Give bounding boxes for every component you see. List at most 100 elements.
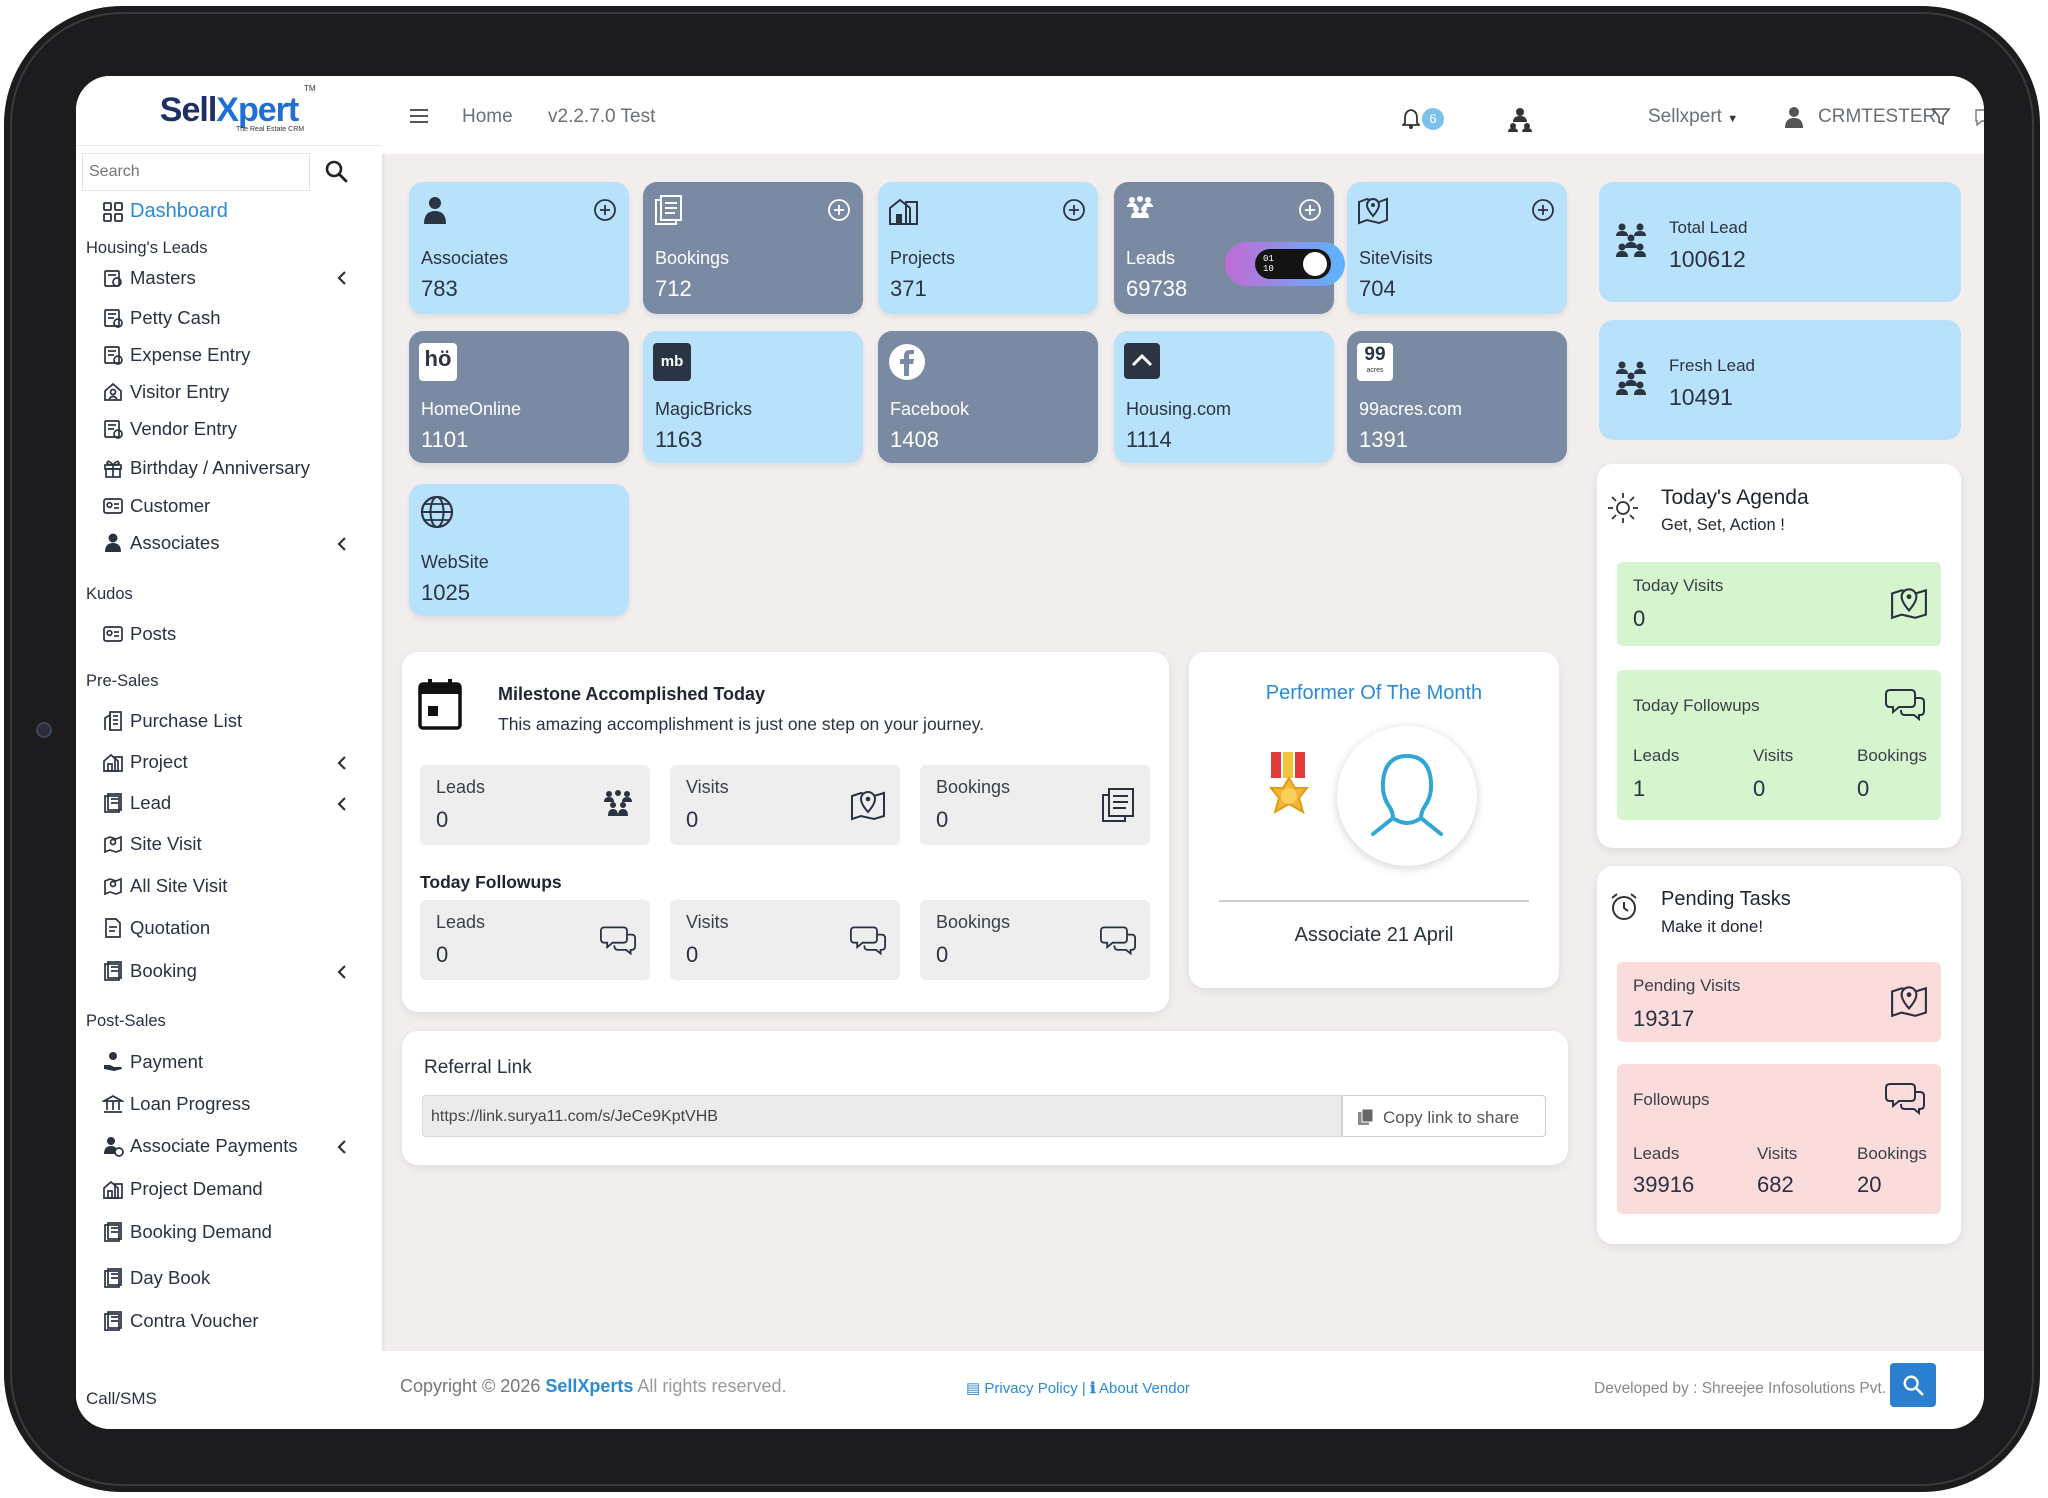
sidebar-item-day-book[interactable]: Day Book xyxy=(102,1267,210,1289)
tile-housing[interactable]: Housing.com 1114 xyxy=(1114,331,1334,463)
sidebar-item-quotation[interactable]: Quotation xyxy=(102,917,210,939)
search-icon[interactable] xyxy=(324,159,350,185)
sidebar-item-purchase-list[interactable]: Purchase List xyxy=(102,710,242,732)
footer-search-button[interactable] xyxy=(1890,1363,1936,1407)
sidebar-item-booking-demand[interactable]: Booking Demand xyxy=(102,1221,272,1243)
tile-projects[interactable]: Projects 371 xyxy=(878,182,1098,314)
sidebar-item-booking[interactable]: Booking xyxy=(102,960,197,982)
tile-sitevisits[interactable]: SiteVisits 704 xyxy=(1347,182,1567,314)
sidebar-item-dashboard[interactable]: Dashboard xyxy=(102,200,228,223)
sidebar-item-visitor-entry[interactable]: Visitor Entry xyxy=(102,381,229,403)
milestone-bookings[interactable]: Bookings 0 xyxy=(920,765,1150,845)
username-label[interactable]: CRMTESTER xyxy=(1818,106,1936,128)
tile-label: Projects xyxy=(890,248,956,268)
tile-facebook[interactable]: Facebook 1408 xyxy=(878,331,1098,463)
chevron-left-icon[interactable] xyxy=(336,755,348,771)
add-circle-icon[interactable] xyxy=(1298,198,1322,222)
sidebar-item-label: Site Visit xyxy=(130,833,202,854)
sidebar-item-label: Petty Cash xyxy=(130,307,221,328)
bell-icon[interactable] xyxy=(1402,108,1420,130)
mini-label: Bookings xyxy=(936,777,1011,797)
filter-icon[interactable] xyxy=(1932,108,1950,126)
caret-down-icon: ▼ xyxy=(1727,113,1739,125)
sidebar-item-all-site-visit[interactable]: All Site Visit xyxy=(102,875,227,897)
agenda-card: Today's Agenda Get, Set, Action ! Today … xyxy=(1597,464,1961,848)
map-pin-icon xyxy=(851,791,885,821)
fresh-lead-value: 10491 xyxy=(1669,384,1733,410)
total-lead-tile[interactable]: Total Lead 100612 xyxy=(1599,182,1961,302)
sidebar-item-label: Day Book xyxy=(130,1267,211,1288)
sidebar-item-customer[interactable]: Customer xyxy=(102,495,210,517)
brand-logo[interactable]: SellXpert TM The Real Estate CRM xyxy=(76,76,382,146)
tile-label: Leads xyxy=(1126,248,1176,268)
tile-website[interactable]: WebSite 1025 xyxy=(409,484,629,616)
dashboard-icon xyxy=(102,201,124,223)
sidebar-item-project[interactable]: Project xyxy=(102,751,188,773)
chevron-left-icon[interactable] xyxy=(336,536,348,552)
sidebar-item-associates[interactable]: Associates xyxy=(102,532,219,554)
milestone-leads[interactable]: Leads 0 xyxy=(420,765,650,845)
sidebar-item-birthday[interactable]: Birthday / Anniversary xyxy=(102,457,310,479)
fresh-lead-label: Fresh Lead xyxy=(1669,356,1755,375)
referral-url-field[interactable]: https://link.surya11.com/s/JeCe9KptVHB xyxy=(422,1095,1342,1137)
add-circle-icon[interactable] xyxy=(593,198,617,222)
followup-leads[interactable]: Leads 0 xyxy=(420,900,650,980)
chevron-left-icon[interactable] xyxy=(336,964,348,980)
sidebar-item-loan-progress[interactable]: Loan Progress xyxy=(102,1093,250,1115)
tile-magicbricks[interactable]: mb MagicBricks 1163 xyxy=(643,331,863,463)
sidebar-item-label: Quotation xyxy=(130,917,211,938)
chevron-left-icon[interactable] xyxy=(336,796,348,812)
sidebar-item-label: Project Demand xyxy=(130,1178,263,1199)
search-input[interactable] xyxy=(82,153,310,191)
chat-icon[interactable] xyxy=(1974,108,1984,126)
org-chart-icon[interactable] xyxy=(1507,106,1533,132)
search-icon xyxy=(1903,1375,1924,1396)
menu-hamburger-icon[interactable] xyxy=(409,108,429,124)
logo-text-x: X xyxy=(216,91,239,129)
sidebar-item-associate-payments[interactable]: Associate Payments xyxy=(102,1135,298,1157)
tile-value: 371 xyxy=(890,276,927,301)
tile-homeonline[interactable]: hö HomeOnline 1101 xyxy=(409,331,629,463)
pending-visits-box[interactable]: Pending Visits 19317 xyxy=(1617,962,1941,1042)
tf-leads-value: 1 xyxy=(1633,776,1646,801)
tile-bookings[interactable]: Bookings 712 xyxy=(643,182,863,314)
milestone-visits[interactable]: Visits 0 xyxy=(670,765,900,845)
copy-link-button[interactable]: Copy link to share xyxy=(1342,1095,1546,1137)
add-circle-icon[interactable] xyxy=(827,198,851,222)
sidebar-item-masters[interactable]: Masters xyxy=(102,267,196,289)
user-icon[interactable] xyxy=(1784,106,1804,128)
sidebar-item-contra-voucher[interactable]: Contra Voucher xyxy=(102,1310,259,1332)
home-link[interactable]: Home xyxy=(462,106,513,128)
map-pin-icon xyxy=(1358,197,1388,225)
add-circle-icon[interactable] xyxy=(1531,198,1555,222)
binary-toggle[interactable]: 01 10 xyxy=(1225,242,1345,286)
privacy-policy-link[interactable]: ▤ Privacy Policy | xyxy=(966,1380,1086,1397)
about-vendor-link[interactable]: ℹ About Vendor xyxy=(1090,1380,1190,1397)
sidebar-item-vendor-entry[interactable]: Vendor Entry xyxy=(102,418,237,440)
tile-label: MagicBricks xyxy=(655,399,753,419)
add-circle-icon[interactable] xyxy=(1062,198,1086,222)
sidebar-item-petty-cash[interactable]: Petty Cash xyxy=(102,307,221,329)
chevron-left-icon[interactable] xyxy=(336,270,348,286)
today-visits-box[interactable]: Today Visits 0 xyxy=(1617,562,1941,646)
sidebar-item-site-visit[interactable]: Site Visit xyxy=(102,833,202,855)
tile-label: Facebook xyxy=(890,399,970,419)
chevron-left-icon[interactable] xyxy=(336,1139,348,1155)
sidebar-item-label: Booking Demand xyxy=(130,1221,272,1242)
medal-icon xyxy=(1268,752,1310,815)
fresh-lead-tile[interactable]: Fresh Lead 10491 xyxy=(1599,320,1961,440)
footer-brand-link[interactable]: SellXperts xyxy=(545,1376,633,1396)
pending-followups-box[interactable]: Followups Leads Visits Bookings 39916 68… xyxy=(1617,1064,1941,1214)
company-dropdown[interactable]: Sellxpert ▼ xyxy=(1648,106,1738,128)
followup-visits[interactable]: Visits 0 xyxy=(670,900,900,980)
sidebar-item-project-demand[interactable]: Project Demand xyxy=(102,1178,263,1200)
tile-99acres[interactable]: 99 acres 99acres.com 1391 xyxy=(1347,331,1567,463)
sidebar-item-posts[interactable]: Posts xyxy=(102,623,176,645)
chat-bubbles-icon xyxy=(850,926,886,956)
today-followups-box[interactable]: Today Followups Leads Visits Bookings 1 … xyxy=(1617,670,1941,820)
sidebar-item-payment[interactable]: Payment xyxy=(102,1051,203,1073)
tile-associates[interactable]: Associates 783 xyxy=(409,182,629,314)
sidebar-item-lead[interactable]: Lead xyxy=(102,792,171,814)
followup-bookings[interactable]: Bookings 0 xyxy=(920,900,1150,980)
sidebar-item-expense-entry[interactable]: Expense Entry xyxy=(102,344,250,366)
